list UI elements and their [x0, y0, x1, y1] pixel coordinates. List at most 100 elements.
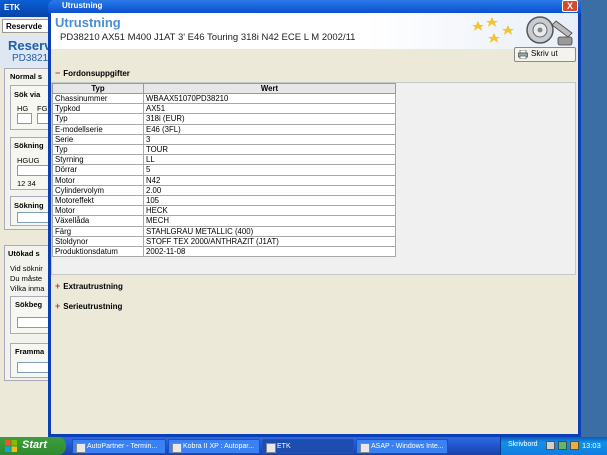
row-label: Typ	[52, 144, 144, 156]
background-header-subtitle: PD3821	[12, 53, 49, 64]
row-label: Typkod	[52, 103, 144, 115]
page-title: Utrustning	[55, 15, 121, 30]
window-titlebar[interactable]	[48, 0, 581, 13]
background-code-label: 12 34	[17, 179, 36, 188]
app-icon	[172, 443, 182, 453]
expand-icon: +	[55, 301, 61, 311]
background-sokning-label-2: Sökning	[14, 201, 44, 210]
table-row[interactable]: Typ 318i (EUR)	[52, 113, 396, 125]
taskbar-item-kobra[interactable]: Kobra II XP : Autopar...	[168, 439, 260, 454]
background-vilka-text: Vilka inma	[10, 284, 45, 293]
column-header-wert[interactable]: Wert	[143, 83, 396, 94]
table-row[interactable]: Motor HECK	[52, 205, 396, 217]
table-row[interactable]: Färg STAHLGRAU METALLIC (400)	[52, 225, 396, 237]
row-label: Motor	[52, 174, 144, 186]
background-window-title: ETK	[4, 3, 20, 12]
taskbar-item-label: Kobra II XP : Autopar...	[183, 443, 255, 450]
windows-logo-icon	[5, 440, 17, 452]
taskbar-item-etk[interactable]: ETK	[262, 439, 354, 454]
row-label: Dörrar	[52, 164, 144, 176]
background-sokning-input-2[interactable]	[17, 212, 50, 223]
security-icon[interactable]	[558, 441, 567, 450]
background-hg-input[interactable]	[17, 113, 32, 124]
row-label: Typ	[52, 113, 144, 125]
taskbar-item-label: ETK	[277, 443, 291, 450]
volume-icon[interactable]	[570, 441, 579, 450]
table-row[interactable]: Serie 3	[52, 133, 396, 146]
table-row[interactable]: Stoldynor STOFF TEX 2000/ANTHRAZIT (J1AT)	[52, 235, 396, 248]
row-value: 5	[143, 164, 396, 176]
section-fordonsuppgifter-toggle[interactable]: − Fordonsuppgifter	[55, 68, 130, 78]
collapse-icon: −	[55, 68, 61, 78]
background-hgug-label: HGUG	[17, 156, 40, 165]
background-sok-via-label: Sök via	[14, 90, 41, 99]
bmw-parts-banner-icon	[468, 13, 576, 49]
background-window-titlebar[interactable]: ETK	[0, 0, 52, 17]
column-header-typ[interactable]: Typ	[52, 83, 144, 94]
row-value: 3	[143, 133, 396, 146]
clock: 13:03	[582, 441, 601, 450]
background-sokning-label-1: Sökning	[14, 141, 44, 150]
window-title: Utrustning	[62, 1, 103, 10]
table-row[interactable]: Typkod AX51	[52, 103, 396, 115]
network-icon[interactable]	[546, 441, 555, 450]
row-value: 2002-11-08	[143, 246, 396, 258]
row-label: Stoldynor	[52, 235, 144, 248]
table-row[interactable]: Växellåda MECH	[52, 215, 396, 227]
row-label: Produktionsdatum	[52, 246, 144, 258]
background-hg-label: HG	[17, 104, 29, 113]
row-value: 105	[143, 195, 396, 207]
background-vid-text: Vid söknir	[10, 264, 43, 273]
section-extrautrustning-toggle[interactable]: + Extrautrustning	[55, 281, 123, 291]
table-row[interactable]: Styrning LL	[52, 154, 396, 166]
row-value: LL	[143, 154, 396, 166]
row-value: STAHLGRAU METALLIC (400)	[143, 225, 396, 237]
row-label: Växellåda	[52, 215, 144, 227]
taskbar-item-autopartner[interactable]: AutoPartner - Termin...	[72, 439, 166, 454]
app-icon	[266, 443, 276, 453]
table-row[interactable]: Typ TOUR	[52, 144, 396, 156]
printer-icon	[518, 49, 528, 60]
row-value: 318i (EUR)	[143, 113, 396, 125]
desktop-toolbar-label[interactable]: Skrivbord	[508, 441, 538, 448]
background-utokad-label: Utökad s	[8, 249, 40, 258]
section-serieutrustning-toggle[interactable]: + Serieutrustning	[55, 301, 122, 311]
background-sokbeg-input[interactable]	[17, 317, 50, 328]
section-extrautrustning-label: Extrautrustning	[63, 282, 123, 291]
background-tab-reservdelar[interactable]: Reservde	[2, 19, 52, 33]
row-label: Cylindervolym	[52, 184, 144, 197]
table-row[interactable]: Produktionsdatum 2002-11-08	[52, 246, 396, 258]
row-label: Serie	[52, 133, 144, 146]
taskbar-item-asap[interactable]: ASAP - Windows Inte...	[356, 439, 448, 454]
table-row[interactable]: Motor N42	[52, 174, 396, 186]
background-header-title: Reserv	[8, 38, 52, 53]
row-value: 2.00	[143, 184, 396, 197]
background-section-normal: Normal s	[10, 72, 43, 81]
expand-icon: +	[55, 281, 61, 291]
taskbar-item-label: ASAP - Windows Inte...	[371, 443, 444, 450]
background-framma-input[interactable]	[17, 362, 50, 373]
close-button[interactable]: X	[562, 0, 578, 12]
row-label: E-modellserie	[52, 123, 144, 135]
row-value: AX51	[143, 103, 396, 115]
print-button[interactable]: Skriv ut	[514, 47, 576, 62]
vehicle-data-table: Typ Wert Chassinummer WBAAX51070PD38210 Ty…	[52, 83, 396, 258]
row-value: N42	[143, 174, 396, 186]
row-label: Färg	[52, 225, 144, 237]
table-row[interactable]: E-modellserie E46 (3FL)	[52, 123, 396, 135]
taskbar-item-label: AutoPartner - Termin...	[87, 443, 158, 450]
table-row[interactable]: Chassinummer WBAAX51070PD38210	[52, 92, 396, 105]
background-hgug-input[interactable]	[17, 165, 50, 176]
row-value: STOFF TEX 2000/ANTHRAZIT (J1AT)	[143, 235, 396, 248]
section-fordonsuppgifter-label: Fordonsuppgifter	[63, 69, 130, 78]
table-row[interactable]: Cylindervolym 2.00	[52, 184, 396, 197]
row-label: Motoreffekt	[52, 195, 144, 207]
table-header-row: Typ Wert	[52, 83, 396, 94]
background-sokbeg-label: Sökbeg	[15, 300, 43, 309]
start-label: Start	[22, 439, 48, 451]
background-framma-label: Framma	[15, 347, 45, 356]
table-row[interactable]: Dörrar 5	[52, 164, 396, 176]
background-du-text: Du måste	[10, 274, 43, 283]
app-icon	[360, 443, 370, 453]
table-row[interactable]: Motoreffekt 105	[52, 195, 396, 207]
